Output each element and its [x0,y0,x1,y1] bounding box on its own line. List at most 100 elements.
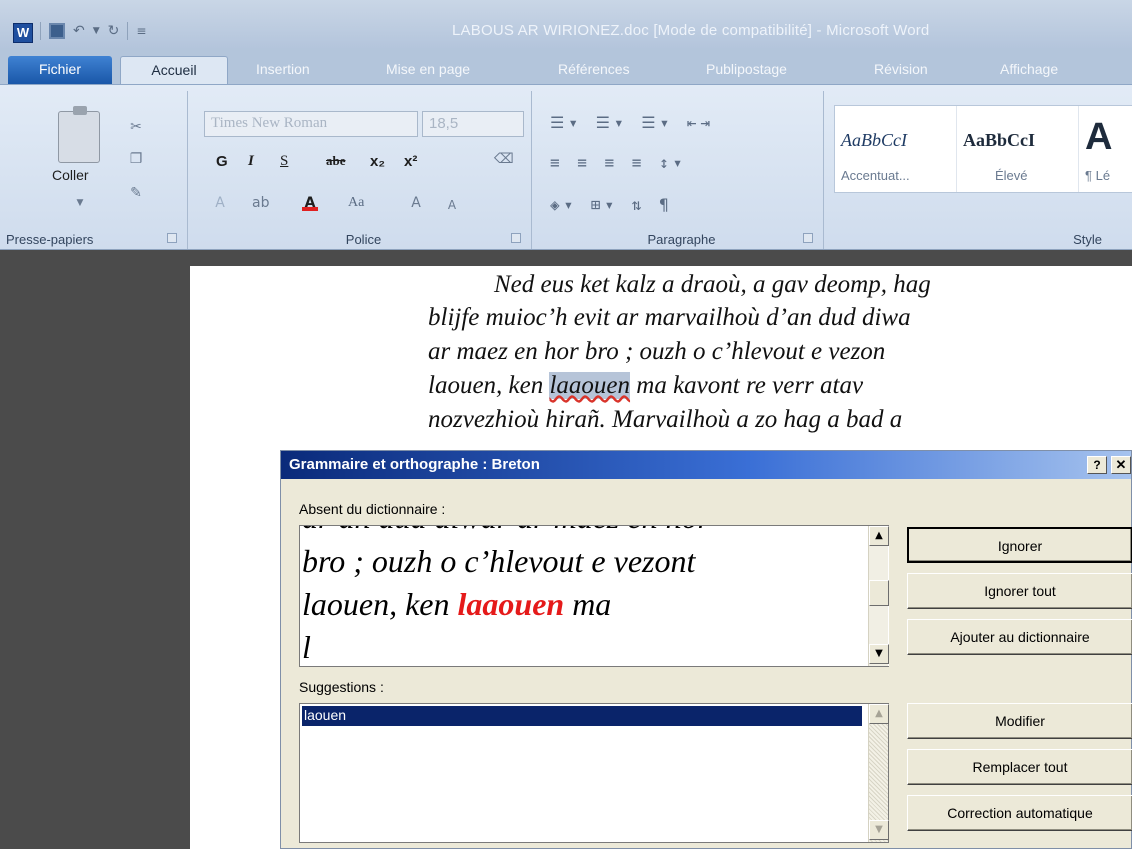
font-size-dropdown[interactable]: 18,5 [422,111,524,137]
document-line-4: laouen, ken laaouen ma kavont re verr at… [428,369,863,402]
underline-button[interactable]: S [280,153,288,170]
context-text: laouen, ken [302,586,458,622]
style-name: Accentuat... [841,168,910,183]
toolbar-separator [40,22,41,40]
clipboard-group-label: Presse-papiers [6,232,94,247]
strikethrough-button[interactable]: abe [326,153,346,169]
suggestions-label: Suggestions : [299,679,384,695]
subscript-button[interactable]: x₂ [370,153,385,170]
style-sample: AaBbCcI [841,130,907,150]
undo-icon[interactable]: ↶ [73,23,85,39]
text-effects-icon[interactable]: A [212,195,228,211]
quick-access-toolbar: ↶ ▼ ↻ ≡ [40,22,146,40]
grow-font-icon[interactable]: A [408,195,424,211]
dialog-launcher-icon[interactable] [511,233,521,243]
customize-toolbar-icon[interactable]: ≡ [136,24,146,38]
toolbar-separator [127,22,129,40]
misspelled-word[interactable]: laaouen [549,372,631,399]
list-buttons-row[interactable]: ☰▾ ☰▾ ☰▾ ⇤⇥ [550,113,714,132]
tab-accueil[interactable]: Accueil [120,56,228,84]
document-line-text: laouen, ken [428,372,550,399]
highlight-icon[interactable]: ab [252,195,269,211]
tab-references[interactable]: Références [558,56,630,84]
clipboard-group: Coller ▼ ✂ ❐ ✎ Presse-papiers [0,91,188,249]
copy-icon[interactable]: ❐ [128,151,144,167]
ignore-button[interactable]: Ignorer [907,527,1132,563]
document-line: ar maez en hor bro ; ouzh o c’hlevout e … [428,338,886,365]
scroll-thumb[interactable] [869,580,889,606]
style-group-label: Style [1073,232,1102,247]
style-gallery: AaBbCcI Accentuat... AaBbCcI Élevé A ¶ L… [834,105,1132,193]
context-line: bro ; ouzh o c’hlevout e vezont [302,543,696,579]
word-app-icon[interactable]: W [13,23,33,43]
bold-button[interactable]: G [216,153,228,170]
redo-icon[interactable]: ↻ [108,23,120,39]
alignment-buttons-row[interactable]: ≡ ≡ ≡ ≡ ↕▾ [550,153,686,172]
paragraph-group: ☰▾ ☰▾ ☰▾ ⇤⇥ ≡ ≡ ≡ ≡ ↕▾ ◈▾ ⊞▾ ⇅ ¶ Paragra… [540,91,824,249]
style-name: Élevé [995,168,1028,183]
style-item-eleve[interactable]: AaBbCcI Élevé [957,106,1079,192]
dialog-launcher-icon[interactable] [803,233,813,243]
font-group: Times New Roman 18,5 G I S abe x₂ x² ⌫ A… [196,91,532,249]
document-line-text: ma kavont re verr atav [630,372,864,399]
ignore-all-button[interactable]: Ignorer tout [907,573,1132,609]
font-group-label: Police [345,232,382,247]
clear-formatting-icon[interactable]: ⌫ [494,151,514,167]
style-sample: A [1085,116,1113,158]
font-name-dropdown[interactable]: Times New Roman [204,111,418,137]
document-line: nozvezhioù hirañ. Marvailhoù a zo hag a … [428,406,903,433]
shrink-font-icon[interactable]: A [444,197,460,213]
suggestions-scrollbar[interactable]: ▲ ▼ [868,704,889,842]
title-bar: W ↶ ▼ ↻ ≡ LABOUS AR WIRIONEZ.doc [Mode d… [0,0,1132,48]
context-text: ma [564,586,612,622]
context-line: l [302,629,311,665]
context-scrollbar[interactable]: ▲ ▼ [868,526,889,666]
cut-icon[interactable]: ✂ [128,119,144,135]
suggestion-item[interactable]: laouen [302,706,862,726]
superscript-button[interactable]: x² [404,153,417,170]
ribbon-tabs: Fichier Accueil Insertion Mise en page R… [0,48,1132,84]
change-case-button[interactable]: Aa [348,195,364,211]
tab-affichage[interactable]: Affichage [1000,56,1058,84]
style-group: AaBbCcI Accentuat... AaBbCcI Élevé A ¶ L… [826,91,1132,249]
document-text[interactable]: Ned eus ket kalz a draoù, a gav deomp, h… [428,266,1132,456]
tab-fichier[interactable]: Fichier [8,56,112,84]
spelling-grammar-dialog: Grammaire et orthographe : Breton ? ✕ Ab… [280,450,1132,849]
dropdown-arrow-icon[interactable]: ▼ [72,195,88,211]
scroll-up-icon[interactable]: ▲ [869,704,889,724]
help-button[interactable]: ? [1087,456,1107,474]
shading-borders-row[interactable]: ◈▾ ⊞▾ ⇅ ¶ [550,195,673,214]
format-painter-icon[interactable]: ✎ [128,185,144,201]
tab-revision[interactable]: Révision [874,56,928,84]
error-context-textbox[interactable]: ar an dud diwar ar maez en hor bro ; ouz… [299,525,889,667]
style-item-accentuation[interactable]: AaBbCcI Accentuat... [835,106,957,192]
autocorrect-button[interactable]: Correction automatique [907,795,1132,831]
window-title: LABOUS AR WIRIONEZ.doc [Mode de compatib… [452,22,930,39]
style-sample: AaBbCcI [963,130,1036,150]
tab-publipostage[interactable]: Publipostage [706,56,787,84]
context-line-3: laouen, ken laaouen ma [302,583,611,626]
context-line: ar an dud diwar ar maez en hor [302,526,710,539]
close-button[interactable]: ✕ [1111,456,1131,474]
replace-all-button[interactable]: Remplacer tout [907,749,1132,785]
absent-from-dictionary-label: Absent du dictionnaire : [299,501,446,517]
dialog-launcher-icon[interactable] [167,233,177,243]
scroll-up-icon[interactable]: ▲ [869,526,889,546]
paste-button-label[interactable]: Coller [52,167,89,183]
tab-mise-en-page[interactable]: Mise en page [386,56,470,84]
paragraph-group-label: Paragraphe [647,232,716,247]
save-icon[interactable] [49,23,65,39]
change-button[interactable]: Modifier [907,703,1132,739]
style-item-lead[interactable]: A ¶ Lé [1079,106,1132,192]
tab-insertion[interactable]: Insertion [256,56,310,84]
error-word: laaouen [457,586,565,622]
scroll-down-icon[interactable]: ▼ [869,644,889,664]
paste-icon[interactable] [58,106,100,163]
dropdown-arrow-icon[interactable]: ▼ [93,26,100,36]
add-to-dictionary-button[interactable]: Ajouter au dictionnaire [907,619,1132,655]
italic-button[interactable]: I [248,153,254,170]
scroll-down-icon[interactable]: ▼ [869,820,889,840]
suggestions-list[interactable]: laouen ▲ ▼ [299,703,889,843]
font-color-icon[interactable]: A [302,195,318,211]
style-name: ¶ Lé [1085,168,1111,183]
